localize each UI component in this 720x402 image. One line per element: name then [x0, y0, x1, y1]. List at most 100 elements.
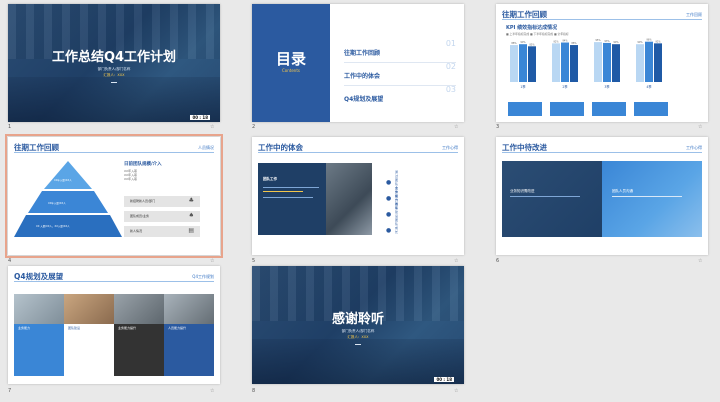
- bar-value-label: 85%: [529, 43, 535, 46]
- slide-number: 4: [8, 258, 12, 264]
- bar-1季-2: [519, 44, 527, 82]
- bar-value-label: 92%: [655, 40, 661, 43]
- slide-subtitle: 部门负责人/部门名称: [97, 67, 131, 71]
- slide-thumbnail-5[interactable]: 工作中的体会 工作心得 团队工作 ● 通过团队合作提升效率 ● 业务能力 ● 团队建设…: [252, 137, 464, 255]
- info-row-label: 团队成员/业务: [130, 214, 150, 218]
- column-title: 团队建设: [68, 326, 81, 330]
- category-base-block: [634, 102, 668, 116]
- slide-tag: 工作心得: [686, 145, 702, 150]
- slide-thumbnail-4[interactable]: 往期工作回顾 人员情况 XX年入职/XX人 XX年入职/XX人 XX 入职/XX…: [5, 134, 223, 258]
- slide-title: 工作总结Q4工作计划: [51, 50, 177, 65]
- photo-4: [164, 294, 214, 324]
- contents-item-number: 03: [445, 85, 456, 94]
- contents-list: 往期工作回顾 01 工作中的体会 02 Q4规划及展望 03: [344, 39, 456, 108]
- bar-value-label: 88%: [571, 42, 577, 45]
- bar-4季-1: [636, 44, 644, 82]
- photo-3: [114, 294, 164, 324]
- slide-number: 1: [8, 124, 12, 130]
- bar-3季-2: [603, 42, 611, 82]
- feature-label: 团队建设: [395, 202, 399, 218]
- slide-thumbnail-6[interactable]: 工作中待改进 工作心得 业务知识需改进 团队人员沟通: [496, 137, 708, 255]
- bar-value-label: 92%: [553, 40, 559, 43]
- bar-value-label: 96%: [646, 39, 652, 42]
- bar-value-label: 93%: [604, 40, 610, 43]
- people-icon: ♣: [188, 197, 194, 204]
- document-icon: ▤: [188, 227, 194, 234]
- bar-value-label: 95%: [595, 39, 601, 42]
- panel-line: [510, 196, 580, 197]
- contents-item-label: Q4规划及展望: [344, 96, 384, 103]
- panel-title: 团队人员沟通: [612, 189, 633, 193]
- section-heading: 日前团队规模/介入: [124, 162, 162, 167]
- slide-number: 8: [252, 388, 256, 394]
- people-icon: ♠: [188, 212, 194, 219]
- contents-item-label: 往期工作回顾: [344, 50, 381, 57]
- text-panel: 团队工作: [258, 163, 326, 235]
- slide-tag: 工作心得: [442, 145, 458, 150]
- photo-2: [64, 294, 114, 324]
- contents-subtitle: Contents: [282, 68, 300, 73]
- timer-label: 00 : 18: [434, 377, 454, 382]
- right-panel: 团队人员沟通: [602, 161, 702, 237]
- photo-floor: [8, 77, 220, 122]
- tier-label: XX 入职/XX人，XX入职/XX人: [36, 225, 70, 228]
- contents-item-number: 01: [445, 39, 456, 48]
- pyramid-tier-middle: [28, 191, 108, 213]
- panel-line: [263, 187, 319, 188]
- slide-thumbnail-7[interactable]: Q4规划及展望 Q4工作规划 业务能力 团队建设 业务能力提升 人员能力提升: [8, 266, 220, 384]
- info-row-label: 新人情况: [130, 229, 143, 233]
- plan-column: 人员能力提升: [164, 324, 214, 376]
- slide-thumbnail-2[interactable]: 目录 Contents 往期工作回顾 01 工作中的体会 02 Q4规划及展望 …: [252, 4, 464, 122]
- divider: [111, 82, 117, 83]
- bullet-list: XX年入职 XX年入职 XX年入职: [124, 169, 137, 181]
- slide-presenter: 汇报人：XXX: [347, 335, 369, 339]
- bar-1季-1: [510, 45, 518, 82]
- photo-floor: [252, 339, 464, 384]
- column-title: 业务能力: [18, 326, 31, 330]
- feature-item: ● 业务能力: [386, 185, 398, 202]
- slide-thumbnail-8[interactable]: 感谢聆听 部门负责人/部门名称 汇报人：XXX 00 : 18: [252, 266, 464, 384]
- panel-line-highlight: [263, 191, 303, 192]
- slide-number: 2: [252, 124, 256, 130]
- feature-list: ● 通过团队合作提升效率 ● 业务能力 ● 团队建设 ● 团队成长: [386, 169, 398, 234]
- feature-label: 团队成长: [395, 218, 399, 234]
- bar-value-label: 90%: [613, 41, 619, 44]
- slide-subtitle: 部门负责人/部门名称: [341, 329, 375, 333]
- kpi-bar-chart: 88% 90%85%1季92% 94%88%2季95% 93% 90%3季90%96%9…: [508, 39, 668, 116]
- divider: [355, 344, 361, 345]
- panel-line: [263, 197, 313, 198]
- contents-title: 目录: [275, 50, 306, 68]
- feature-label: 业务能力: [395, 186, 399, 202]
- bar-3季-3: [612, 44, 620, 82]
- left-panel: 业务知识需改进: [502, 161, 602, 237]
- slide-title: 感谢聆听: [331, 312, 384, 327]
- plan-column: 业务能力: [14, 324, 64, 376]
- bar-4季-3: [654, 43, 662, 82]
- tier-label: XX年入职/XX人: [54, 179, 72, 182]
- category-label: 1季: [520, 84, 526, 89]
- bar-value-label: 90%: [637, 41, 643, 44]
- slide-thumbnail-3[interactable]: 往期工作回顾 工作回顾 KPI 绩效指标达成情况 ■ 上半年指标完成 ■ 下半年…: [496, 4, 708, 122]
- plan-column: 团队建设: [64, 324, 114, 376]
- growth-icon: ●: [386, 227, 392, 234]
- column-title: 业务能力提升: [118, 326, 137, 330]
- transition-icon: ☆: [454, 124, 459, 130]
- slide-number: 3: [496, 124, 500, 130]
- slide-thumbnail-1[interactable]: 工作总结Q4工作计划 部门负责人/部门名称 汇报人：XXX 00 : 18: [8, 4, 220, 122]
- transition-icon: ☆: [210, 258, 215, 264]
- transition-icon: ☆: [454, 258, 459, 264]
- contents-item: 工作中的体会 02: [344, 62, 456, 86]
- transition-icon: ☆: [454, 388, 459, 394]
- header-rule: [258, 152, 458, 153]
- slide-number: 7: [8, 388, 12, 394]
- photo-1: [14, 294, 64, 324]
- slide-number: 5: [252, 258, 256, 264]
- transition-icon: ☆: [210, 388, 215, 394]
- header-rule: [502, 152, 702, 153]
- info-row: 新人情况 ▤: [124, 226, 200, 237]
- bar-1季-3: [528, 46, 536, 82]
- bar-2季-2: [561, 42, 569, 82]
- feature-item: ● 通过团队合作提升效率: [386, 169, 398, 210]
- info-row: 团队成员/业务 ♠: [124, 211, 200, 222]
- category-base-block: [508, 102, 542, 116]
